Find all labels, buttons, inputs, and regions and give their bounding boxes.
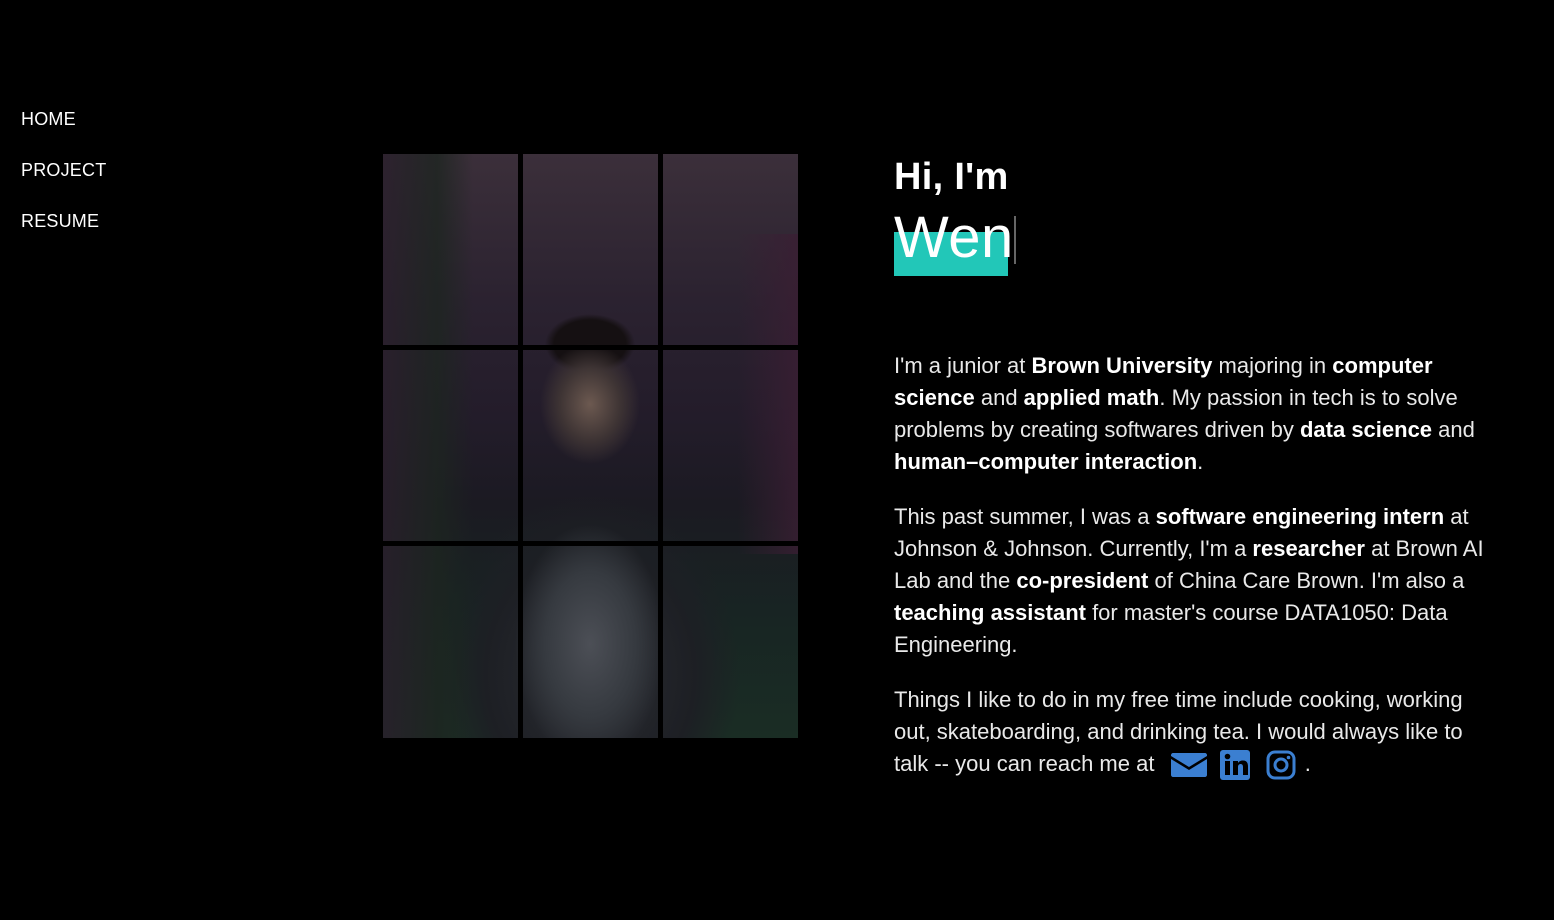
bio-highlight: human–computer interaction <box>894 449 1198 474</box>
bio-text: I'm a junior at <box>894 353 1032 378</box>
photo-tile <box>663 546 798 738</box>
name-block: Wen <box>894 206 1494 286</box>
nav-project[interactable]: PROJECT <box>21 157 106 183</box>
nav-home[interactable]: HOME <box>21 106 76 134</box>
bio-text: of China Care Brown. I'm also a <box>1148 568 1465 593</box>
photo-tile <box>383 154 518 345</box>
photo-tile <box>523 546 658 738</box>
bio-text: This past summer, I was a <box>894 504 1156 529</box>
bio-text: and <box>1432 417 1475 442</box>
photo-tile <box>523 154 658 345</box>
envelope-icon[interactable] <box>1170 749 1207 781</box>
bio-paragraph-1: I'm a junior at Brown University majorin… <box>894 350 1494 478</box>
bio-highlight: applied math <box>1023 385 1160 410</box>
page: HOME PROJECT RESUME Hi, I'm Wen I'm a ju… <box>0 0 1554 920</box>
linkedin-icon[interactable] <box>1217 749 1253 781</box>
photo-tile <box>663 154 798 345</box>
name-text: Wen <box>894 205 1014 270</box>
bio-highlight: software engineering intern <box>1155 504 1445 529</box>
photo-tile <box>383 350 518 541</box>
photo-tile <box>383 546 518 738</box>
contact-icons <box>1170 749 1299 781</box>
bio-text: . <box>1197 449 1204 474</box>
photo-tile <box>663 350 798 541</box>
bio-text: majoring in <box>1212 353 1333 378</box>
nav-resume[interactable]: RESUME <box>21 208 99 234</box>
bio-highlight: researcher <box>1252 536 1365 561</box>
bio-paragraph-2: This past summer, I was a software engin… <box>894 501 1494 661</box>
hero-heading: Hi, I'm Wen <box>894 152 1494 286</box>
photo-tile <box>523 350 658 541</box>
bio-highlight: data science <box>1299 417 1433 442</box>
bio: I'm a junior at Brown University majorin… <box>894 350 1494 804</box>
main-nav: HOME PROJECT RESUME <box>21 106 106 259</box>
instagram-icon[interactable] <box>1263 749 1299 781</box>
profile-photo-grid <box>383 154 798 738</box>
bio-highlight: co-president <box>1016 568 1149 593</box>
typing-cursor <box>1014 216 1016 264</box>
bio-text: and <box>974 385 1024 410</box>
bio-paragraph-3: Things I like to do in my free time incl… <box>894 684 1494 781</box>
bio-highlight: teaching assistant <box>894 600 1086 625</box>
greeting-text: Hi, I'm <box>894 156 1009 198</box>
bio-highlight: Brown University <box>1031 353 1213 378</box>
